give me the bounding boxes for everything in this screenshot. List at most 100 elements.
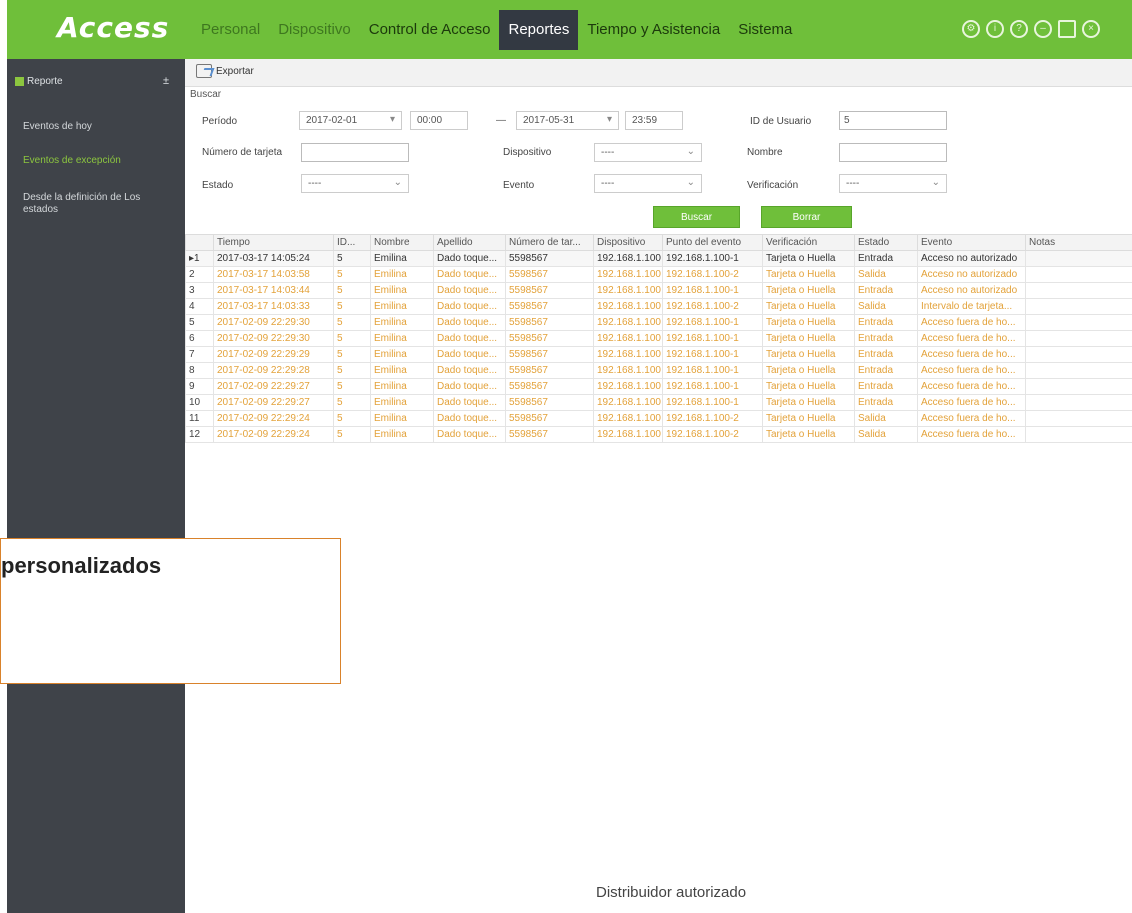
table-cell: 5598567 — [505, 266, 594, 283]
table-cell: 192.168.1.100-1 — [662, 250, 763, 267]
column-header[interactable]: Evento — [917, 234, 1026, 251]
table-cell: Emilina — [370, 426, 434, 443]
close-icon[interactable]: × — [1082, 20, 1100, 38]
period-label: Período — [202, 116, 238, 127]
device-select[interactable]: ---- ⌄ — [594, 143, 702, 162]
state-select[interactable]: ---- ⌄ — [301, 174, 409, 193]
row-number: 7 — [185, 346, 214, 363]
nav-tab-personal[interactable]: Personal — [192, 10, 269, 50]
sidebar-header[interactable]: Reporte ± — [7, 71, 185, 95]
sidebar-item-estados[interactable]: Desde la definición de Los estados — [23, 192, 173, 216]
column-header[interactable]: Estado — [854, 234, 918, 251]
table-cell: Emilina — [370, 362, 434, 379]
column-header[interactable]: Nombre — [370, 234, 434, 251]
card-number-input[interactable] — [301, 143, 409, 162]
table-cell: 192.168.1.100-2 — [662, 426, 763, 443]
table-row[interactable]: ▸1 2017-03-17 14:05:24 5 Emilina Dado toque.… — [185, 250, 1132, 267]
nav-tab-sistema[interactable]: Sistema — [729, 10, 801, 50]
table-cell: Emilina — [370, 266, 434, 283]
table-cell: 192.168.1.100-1 — [662, 394, 763, 411]
table-cell: Emilina — [370, 298, 434, 315]
card-number-label: Número de tarjeta — [202, 147, 283, 158]
table-cell: 192.168.1.100-1 — [662, 378, 763, 395]
table-cell: 5598567 — [505, 314, 594, 331]
date-to-field[interactable]: 2017-05-31 ▾ — [516, 111, 619, 130]
column-header[interactable]: Notas — [1025, 234, 1132, 251]
table-cell: Dado toque... — [433, 266, 506, 283]
time-to-field[interactable]: 23:59 — [625, 111, 683, 130]
table-cell: Tarjeta o Huella — [762, 394, 855, 411]
table-cell: Dado toque... — [433, 410, 506, 427]
export-icon — [196, 64, 212, 78]
verification-select[interactable]: ---- ⌄ — [839, 174, 947, 193]
table-cell — [1025, 346, 1132, 363]
main-panel: Exportar Buscar Período 2017-02-01 ▾ 00:… — [185, 59, 1132, 913]
footer-note: Distribuidor autorizado — [596, 884, 747, 901]
maximize-icon[interactable] — [1058, 20, 1076, 38]
table-row[interactable]: 3 2017-03-17 14:03:44 5 Emilina Dado toque..… — [185, 282, 1132, 299]
table-cell: Entrada — [854, 362, 918, 379]
table-cell: Acceso fuera de ho... — [917, 394, 1026, 411]
column-header[interactable]: Punto del evento — [662, 234, 763, 251]
table-cell: Entrada — [854, 394, 918, 411]
sidebar-item-eventos-excepcion[interactable]: Eventos de excepción — [23, 155, 173, 167]
table-cell: 5598567 — [505, 282, 594, 299]
gear-icon[interactable]: ⚙ — [962, 20, 980, 38]
table-row[interactable]: 5 2017-02-09 22:29:30 5 Emilina Dado toque..… — [185, 314, 1132, 331]
device-label: Dispositivo — [503, 147, 552, 158]
event-select[interactable]: ---- ⌄ — [594, 174, 702, 193]
nav-tab-reportes[interactable]: Reportes — [499, 10, 579, 50]
table-cell: 192.168.1.100-1 — [662, 314, 763, 331]
column-header[interactable] — [185, 234, 214, 251]
table-cell: Dado toque... — [433, 426, 506, 443]
date-from-field[interactable]: 2017-02-01 ▾ — [299, 111, 402, 130]
time-from-field[interactable]: 00:00 — [410, 111, 468, 130]
table-row[interactable]: 4 2017-03-17 14:03:33 5 Emilina Dado toque..… — [185, 298, 1132, 315]
row-number: 4 — [185, 298, 214, 315]
table-cell: 5598567 — [505, 426, 594, 443]
name-input[interactable] — [839, 143, 947, 162]
table-cell: Emilina — [370, 410, 434, 427]
table-cell: 192.168.1.100-1 — [662, 330, 763, 347]
table-row[interactable]: 8 2017-02-09 22:29:28 5 Emilina Dado toque..… — [185, 362, 1132, 379]
table-cell — [1025, 378, 1132, 395]
info-icon[interactable]: i — [986, 20, 1004, 38]
search-button[interactable]: Buscar — [653, 206, 740, 228]
table-cell: 5 — [333, 330, 371, 347]
table-row[interactable]: 12 2017-02-09 22:29:24 5 Emilina Dado toque.… — [185, 426, 1132, 443]
clear-button[interactable]: Borrar — [761, 206, 852, 228]
table-cell — [1025, 410, 1132, 427]
nav-tab-control-de-acceso[interactable]: Control de Acceso — [360, 10, 500, 50]
export-button[interactable]: Exportar — [196, 64, 254, 78]
table-row[interactable]: 2 2017-03-17 14:03:58 5 Emilina Dado toque..… — [185, 266, 1132, 283]
table-cell — [1025, 250, 1132, 267]
table-row[interactable]: 6 2017-02-09 22:29:30 5 Emilina Dado toque..… — [185, 330, 1132, 347]
table-cell: Tarjeta o Huella — [762, 314, 855, 331]
collapse-toggle-icon[interactable]: ± — [163, 75, 169, 87]
column-header[interactable]: Número de tar... — [505, 234, 594, 251]
chevron-down-icon: ⌄ — [686, 177, 695, 188]
column-header[interactable]: Apellido — [433, 234, 506, 251]
table-row[interactable]: 10 2017-02-09 22:29:27 5 Emilina Dado toque.… — [185, 394, 1132, 411]
nav-tab-dispositivo[interactable]: Dispositivo — [269, 10, 360, 50]
user-id-input[interactable] — [839, 111, 947, 130]
table-cell: 5598567 — [505, 362, 594, 379]
row-number: 5 — [185, 314, 214, 331]
nav-tab-tiempo-y-asistencia[interactable]: Tiempo y Asistencia — [578, 10, 729, 50]
column-header[interactable]: Tiempo — [213, 234, 334, 251]
table-cell: 2017-02-09 22:29:24 — [213, 410, 334, 427]
table-row[interactable]: 11 2017-02-09 22:29:24 5 Emilina Dado toque.… — [185, 410, 1132, 427]
minimize-icon[interactable]: – — [1034, 20, 1052, 38]
table-row[interactable]: 9 2017-02-09 22:29:27 5 Emilina Dado toque..… — [185, 378, 1132, 395]
table-cell: Acceso fuera de ho... — [917, 330, 1026, 347]
sidebar-item-eventos-hoy[interactable]: Eventos de hoy — [23, 121, 173, 133]
help-icon[interactable]: ? — [1010, 20, 1028, 38]
report-icon — [15, 77, 24, 86]
table-row[interactable]: 7 2017-02-09 22:29:29 5 Emilina Dado toque..… — [185, 346, 1132, 363]
table-cell: 192.168.1.100 — [593, 250, 663, 267]
column-header[interactable]: Verificación — [762, 234, 855, 251]
row-number: 3 — [185, 282, 214, 299]
table-cell: 192.168.1.100-2 — [662, 298, 763, 315]
column-header[interactable]: ID... — [333, 234, 371, 251]
column-header[interactable]: Dispositivo — [593, 234, 663, 251]
